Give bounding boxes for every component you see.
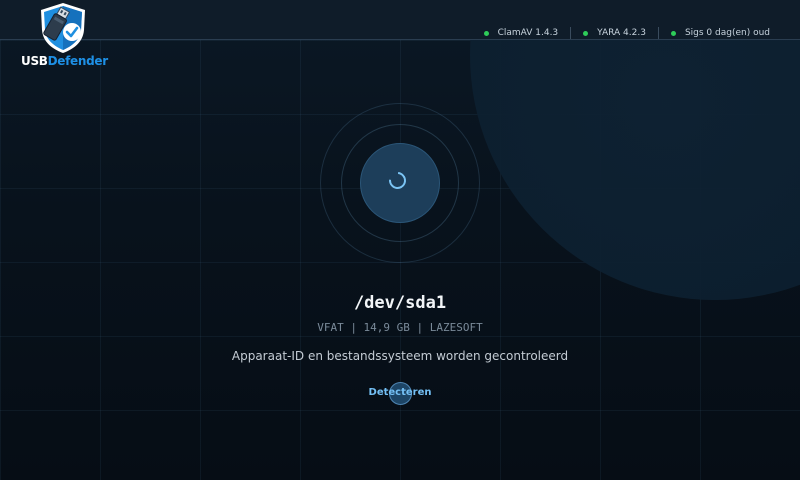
status-clamav: ClamAV 1.4.3 <box>472 27 571 39</box>
logo-defender-text: Defender <box>47 54 109 68</box>
scan-message: Apparaat-ID en bestandssysteem worden ge… <box>231 349 569 363</box>
logo-wordmark: USBDefender <box>21 54 108 68</box>
device-path: /dev/sda1 <box>353 293 447 313</box>
status-ok-icon <box>670 30 676 36</box>
shield-usb-check-icon <box>41 3 85 53</box>
status-yara-label: YARA 4.2.3 <box>597 28 646 38</box>
status-ok-icon <box>583 30 589 36</box>
status-ok-icon <box>483 30 489 36</box>
status-yara: YARA 4.2.3 <box>570 27 658 39</box>
scan-screen: ClamAV 1.4.3 YARA 4.2.3 Sigs 0 dag(en) o… <box>0 0 800 480</box>
app-logo: USBDefender <box>18 2 108 70</box>
logo-usb-text: USB <box>21 54 48 68</box>
status-clamav-label: ClamAV 1.4.3 <box>497 28 559 38</box>
status-signatures: Sigs 0 dag(en) oud <box>657 27 782 39</box>
device-meta: VFAT | 14,9 GB | LAZESOFT <box>317 321 483 334</box>
engine-status-group: ClamAV 1.4.3 YARA 4.2.3 Sigs 0 dag(en) o… <box>472 27 782 39</box>
status-signatures-label: Sigs 0 dag(en) oud <box>684 28 770 38</box>
phase-label: Detecteren <box>368 387 432 398</box>
top-bar: ClamAV 1.4.3 YARA 4.2.3 Sigs 0 dag(en) o… <box>0 0 800 40</box>
